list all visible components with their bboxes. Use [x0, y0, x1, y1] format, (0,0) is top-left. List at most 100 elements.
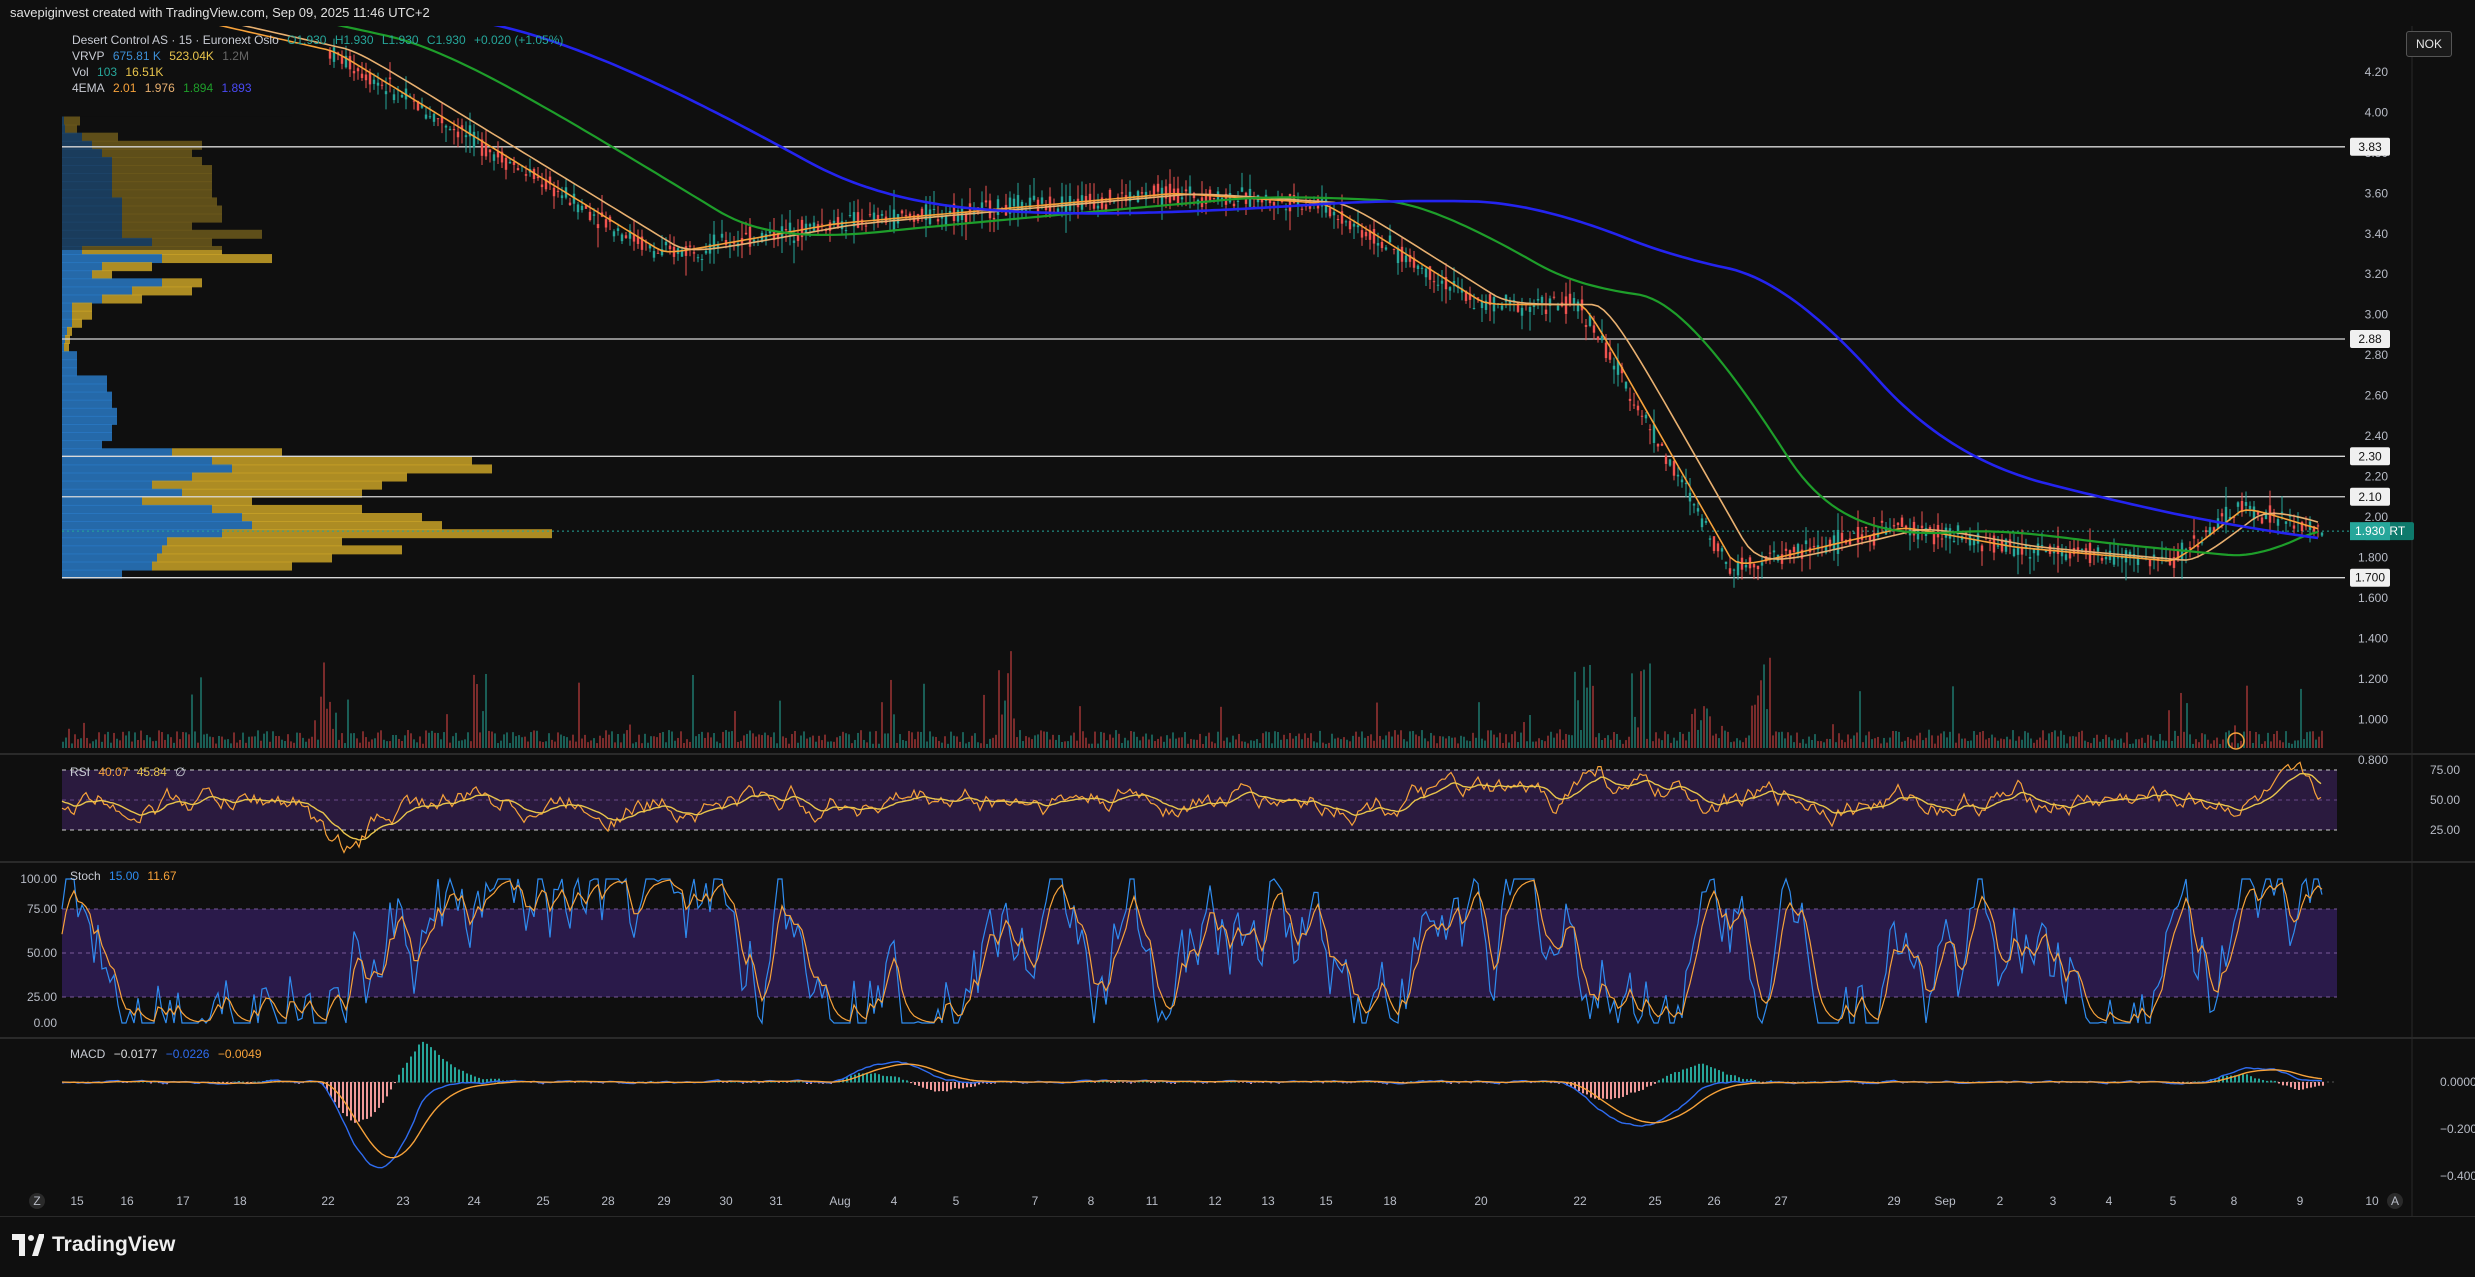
volume-bar — [2204, 734, 2206, 748]
volume-bar — [896, 742, 898, 748]
volume-bar — [386, 741, 388, 748]
volume-bar — [62, 741, 64, 748]
volume-bar — [1766, 709, 1768, 748]
chart-canvas[interactable]: 4.204.003.803.603.403.203.002.802.602.40… — [0, 26, 2475, 1217]
macd-histogram-bar — [374, 1082, 376, 1113]
volume-bar — [1091, 743, 1093, 748]
volume-bar — [1703, 706, 1705, 748]
volume-bar — [461, 740, 463, 748]
volume-bar — [2216, 737, 2218, 748]
volume-bar — [515, 736, 517, 748]
caption-text: savepiginvest created with TradingView.c… — [10, 5, 430, 20]
volume-bar — [1214, 743, 1216, 748]
volume-bar — [329, 701, 331, 748]
time-axis-tick: 27 — [1774, 1194, 1788, 1208]
chart-frame[interactable]: 4.204.003.803.603.403.203.002.802.602.40… — [0, 26, 2475, 1217]
volume-bar — [1157, 738, 1159, 748]
volume-bar — [1805, 743, 1807, 748]
price-candle-body — [1388, 235, 1392, 243]
macd-histogram-bar — [870, 1073, 872, 1083]
volume-bar — [2270, 741, 2272, 748]
volume-bar — [689, 741, 691, 748]
volume-bar — [791, 734, 793, 748]
volume-bar — [2165, 740, 2167, 748]
price-candle-body — [576, 204, 580, 213]
volume-bar — [410, 733, 412, 748]
macd-histogram-bar — [1646, 1082, 1648, 1087]
legend-vol-v1: 103 — [97, 65, 118, 79]
price-candle-body — [1352, 223, 1356, 227]
volume-bar — [1607, 735, 1609, 748]
volume-bar — [1409, 731, 1411, 748]
volume-bar — [629, 724, 631, 748]
macd-histogram-bar — [1138, 1081, 1140, 1083]
price-candle-body — [820, 223, 824, 225]
volume-bar — [1322, 742, 1324, 748]
macd-histogram-bar — [1586, 1082, 1588, 1095]
price-candle-body — [908, 213, 912, 217]
time-axis-tick: 16 — [120, 1194, 134, 1208]
price-candle-body — [2236, 502, 2240, 507]
volume-bar — [2072, 736, 2074, 748]
time-axis-tick: 7 — [1032, 1194, 1039, 1208]
macd-histogram-bar — [2314, 1082, 2316, 1087]
macd-axis-tick: −0.2000 — [2440, 1122, 2475, 1136]
volume-bar — [665, 742, 667, 748]
volume-bar — [2276, 730, 2278, 748]
legend-vol-row: Vol 103 16.51K — [72, 64, 168, 80]
volume-bar — [884, 733, 886, 748]
volume-bar — [1298, 733, 1300, 748]
macd-histogram-bar — [334, 1082, 336, 1103]
volume-bar — [344, 743, 346, 748]
price-candle-body — [1968, 535, 1972, 546]
volume-bar — [2027, 732, 2029, 748]
price-candle-body — [1232, 203, 1236, 207]
price-candle-body — [1384, 247, 1388, 250]
legend-vrvp-v1: 675.81 K — [112, 49, 161, 63]
price-candle-body — [1440, 280, 1444, 284]
macd-histogram-bar — [2254, 1078, 2256, 1083]
price-candle-body — [880, 214, 884, 216]
price-candle-body — [2060, 549, 2064, 557]
price-candle-body — [1676, 474, 1680, 477]
price-candle-body — [720, 233, 724, 238]
macd-v1: −0.0177 — [113, 1047, 158, 1061]
volume-bar — [2183, 731, 2185, 748]
volume-bar — [215, 743, 217, 748]
price-candle-body — [1536, 299, 1540, 301]
price-candle-body — [524, 174, 528, 176]
volume-bar — [1520, 732, 1522, 748]
price-candle-body — [2276, 519, 2280, 526]
price-candle-body — [1500, 305, 1504, 310]
volume-bar — [1994, 737, 1996, 748]
macd-axis-tick: 0.0000 — [2440, 1075, 2475, 1089]
legend-ema-label: 4EMA — [72, 81, 105, 95]
macd-histogram-bar — [1694, 1065, 1696, 1083]
time-axis-tick: 30 — [719, 1194, 733, 1208]
volume-bar — [1025, 736, 1027, 748]
volume-bar — [1193, 739, 1195, 748]
macd-histogram-bar — [1626, 1082, 1628, 1095]
volume-bar — [1385, 735, 1387, 748]
volume-bar — [2036, 739, 2038, 748]
volume-bar — [2078, 732, 2080, 748]
tradingview-logo[interactable]: TradingView — [12, 1233, 175, 1257]
price-candle-body — [1556, 305, 1560, 311]
price-candle-body — [1688, 492, 1692, 502]
currency-button[interactable]: NOK — [2406, 31, 2452, 57]
macd-histogram-bar — [414, 1051, 416, 1083]
volume-bar — [1187, 743, 1189, 748]
volume-bar — [1073, 732, 1075, 748]
volume-bar — [875, 731, 877, 748]
volume-bar — [1988, 738, 1990, 748]
volume-bar — [701, 731, 703, 748]
volume-bar — [800, 735, 802, 748]
volume-bar — [563, 736, 565, 748]
volume-bar — [1841, 739, 1843, 748]
price-candle-body — [1284, 209, 1288, 211]
stoch-v1: 15.00 — [109, 869, 140, 883]
volume-bar — [245, 742, 247, 748]
macd-histogram-bar — [910, 1082, 912, 1084]
volume-bar — [1022, 741, 1024, 748]
volume-bar — [983, 694, 985, 748]
